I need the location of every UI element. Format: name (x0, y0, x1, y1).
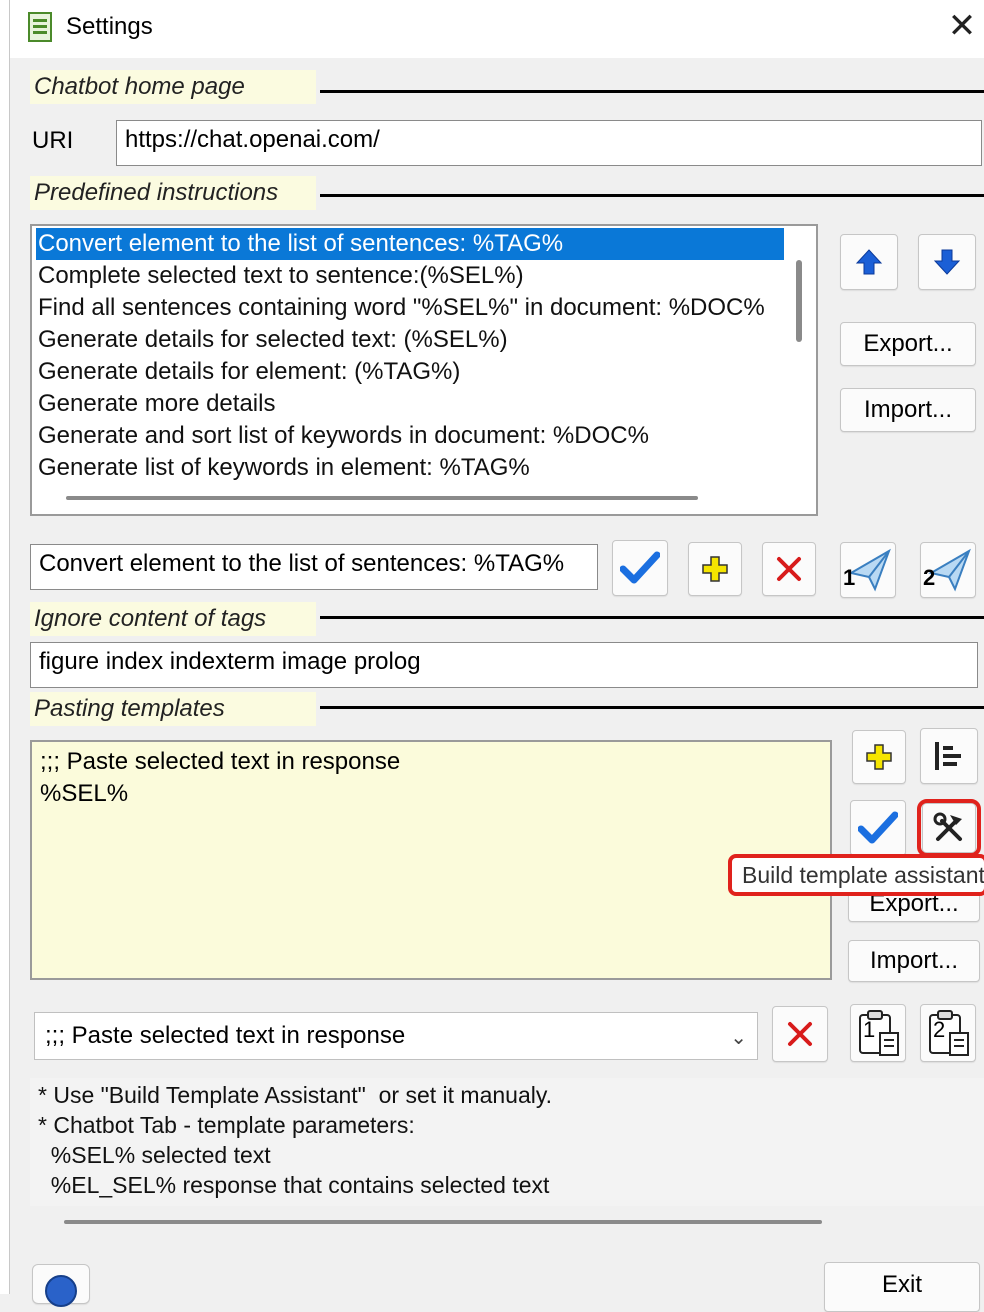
send-to-chatbot-1-button[interactable]: 1 (840, 542, 896, 598)
instruction-item[interactable]: Find all sentences containing word "%SEL… (36, 292, 788, 324)
add-instruction-button[interactable] (688, 542, 742, 596)
paste-2-number: 2 (933, 1017, 946, 1042)
template-select-value: ;;; Paste selected text in response (45, 1022, 406, 1049)
help-icon (45, 1275, 77, 1307)
send-1-number: 1 (843, 565, 856, 590)
paste-template-2-button[interactable]: 2 (920, 1004, 976, 1062)
instruction-item[interactable]: Generate list of keywords in element: %T… (36, 452, 788, 484)
settings-document-icon (28, 12, 52, 42)
send-2-number: 2 (923, 565, 936, 590)
uri-label: URI (32, 127, 74, 154)
section-divider (320, 616, 984, 619)
templates-section-label: Pasting templates (30, 692, 316, 726)
section-divider (320, 194, 984, 197)
paste-1-number: 1 (863, 1017, 876, 1042)
window-left-border (0, 0, 10, 1294)
horizontal-scrollbar[interactable] (66, 496, 698, 500)
instruction-item[interactable]: Generate and sort list of keywords in do… (36, 420, 788, 452)
add-template-button[interactable] (852, 730, 906, 784)
instruction-item[interactable]: Generate details for element: (%TAG%) (36, 356, 788, 388)
uri-input[interactable]: https://chat.openai.com/ (116, 120, 982, 166)
delete-template-button[interactable] (772, 1006, 828, 1062)
instruction-item[interactable]: Generate more details (36, 388, 788, 420)
close-icon[interactable]: ✕ (940, 6, 984, 50)
instruction-item[interactable]: Generate details for selected text: (%SE… (36, 324, 788, 356)
plus-icon (702, 556, 728, 582)
arrow-down-icon (933, 249, 961, 275)
move-up-button[interactable] (840, 234, 898, 290)
highlight-box (917, 799, 981, 857)
align-insert-icon (935, 742, 961, 770)
delete-x-icon (777, 557, 801, 581)
arrow-up-icon (855, 249, 883, 275)
templates-import-button[interactable]: Import... (848, 940, 980, 982)
title-bar (10, 0, 984, 58)
help-button[interactable] (32, 1264, 90, 1307)
build-template-tooltip: Build template assistant (728, 854, 984, 896)
apply-template-button[interactable] (850, 800, 906, 856)
window-title: Settings (66, 13, 153, 40)
vertical-scrollbar[interactable] (796, 260, 802, 342)
send-to-chatbot-2-button[interactable]: 2 (920, 542, 976, 598)
chatbot-home-section-label: Chatbot home page (30, 70, 316, 104)
delete-instruction-button[interactable] (762, 542, 816, 596)
instruction-item[interactable]: Complete selected text to sentence:(%SEL… (36, 260, 788, 292)
section-divider (320, 706, 984, 709)
insert-template-button[interactable] (920, 728, 978, 784)
section-divider (320, 90, 984, 93)
apply-instruction-button[interactable] (612, 540, 668, 596)
bottom-scrollbar[interactable] (64, 1220, 822, 1224)
help-notes: * Use "Build Template Assistant" or set … (30, 1078, 984, 1206)
delete-x-icon (788, 1022, 812, 1046)
chevron-down-icon: ⌄ (730, 1027, 747, 1049)
move-down-button[interactable] (918, 234, 976, 290)
instructions-section-label: Predefined instructions (30, 176, 316, 210)
template-select[interactable]: ;;; Paste selected text in response ⌄ (34, 1012, 758, 1060)
instruction-item[interactable]: Convert element to the list of sentences… (36, 228, 784, 260)
instructions-import-button[interactable]: Import... (840, 388, 976, 432)
template-editor[interactable]: ;;; Paste selected text in response %SEL… (30, 740, 832, 980)
exit-button[interactable]: Exit (824, 1262, 980, 1312)
paste-template-1-button[interactable]: 1 (850, 1004, 906, 1062)
ignore-tags-input[interactable]: figure index indexterm image prolog (30, 642, 978, 688)
checkmark-icon (620, 551, 660, 584)
instructions-export-button[interactable]: Export... (840, 322, 976, 366)
plus-icon (866, 744, 892, 770)
instruction-edit-input[interactable]: Convert element to the list of sentences… (30, 544, 598, 590)
ignore-tags-section-label: Ignore content of tags (30, 602, 316, 636)
instructions-listbox[interactable]: Convert element to the list of sentences… (30, 224, 818, 516)
checkmark-icon (858, 811, 898, 844)
